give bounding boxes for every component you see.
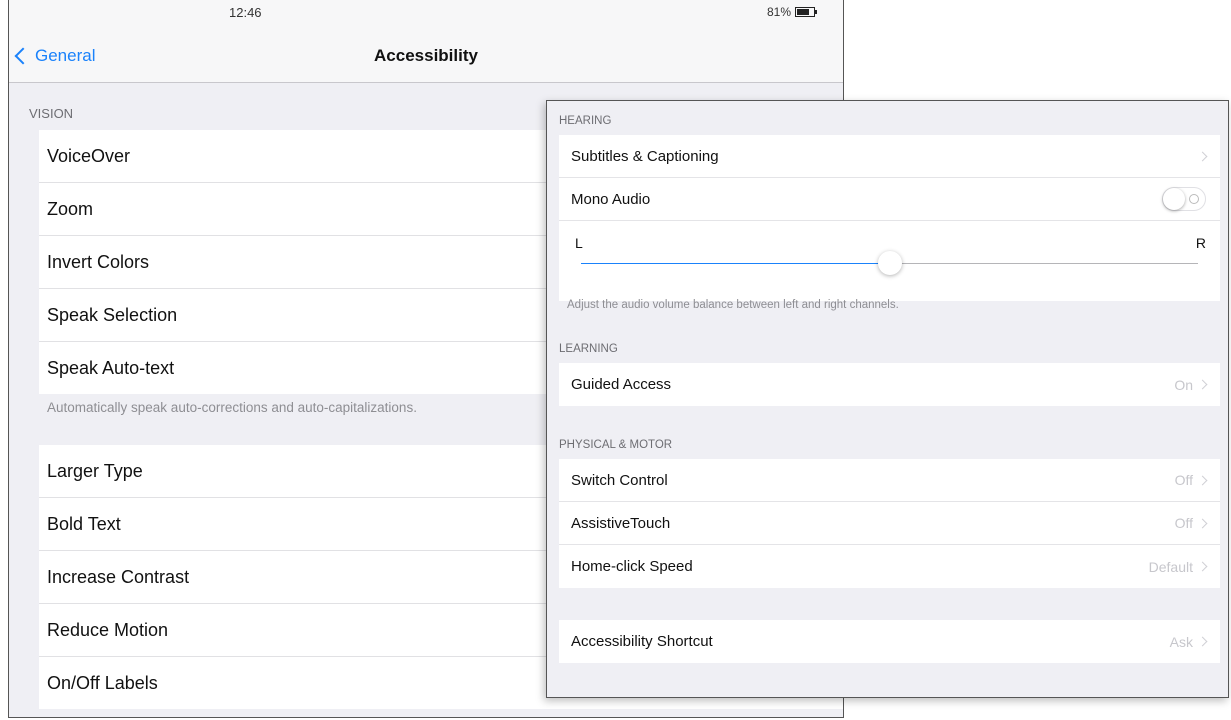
balance-slider-thumb[interactable] (877, 251, 902, 275)
battery-icon (795, 7, 817, 17)
vision-footer: Automatically speak auto-corrections and… (47, 400, 417, 415)
page-title: Accessibility (374, 46, 478, 65)
chevron-right-icon (1197, 379, 1208, 390)
chevron-right-icon (1197, 151, 1208, 161)
navigation-bar: General Accessibility (9, 28, 843, 83)
row-home-click-speed[interactable]: Home-click Speed Default (559, 545, 1220, 588)
hearing-group: Subtitles & Captioning Mono Audio L R (559, 135, 1220, 301)
row-label: On/Off Labels (47, 672, 158, 693)
row-guided-access[interactable]: Guided Access On (559, 363, 1220, 406)
battery-percent: 81% (766, 5, 791, 19)
row-label: Guided Access (571, 376, 672, 393)
status-time: 12:46 (229, 5, 262, 20)
battery-status: 81% (766, 5, 817, 19)
row-label: Increase Contrast (47, 566, 190, 587)
row-label: AssistiveTouch (571, 514, 671, 532)
chevron-right-icon (1197, 518, 1208, 528)
row-switch-control[interactable]: Switch Control Off (559, 459, 1220, 502)
audio-balance-row: L R (559, 221, 1220, 301)
section-header-vision: VISION (29, 106, 74, 121)
row-label: Accessibility Shortcut (571, 633, 713, 650)
row-accessibility-shortcut[interactable]: Accessibility Shortcut Ask (559, 620, 1220, 663)
row-mono-audio: Mono Audio (559, 178, 1220, 221)
row-label: Bold Text (47, 513, 121, 534)
chevron-right-icon (1197, 561, 1208, 572)
row-subtitles-captioning[interactable]: Subtitles & Captioning (559, 135, 1220, 178)
section-header-learning: LEARNING (559, 343, 618, 355)
accessibility-settings-lower-screen: HEARING Subtitles & Captioning Mono Audi… (546, 100, 1229, 698)
row-label: Zoom (47, 198, 94, 219)
chevron-right-icon (1197, 636, 1208, 647)
row-label: Invert Colors (47, 251, 150, 272)
shortcut-group: Accessibility Shortcut Ask (559, 620, 1220, 663)
row-value: Off (1174, 515, 1193, 531)
section-header-hearing: HEARING (559, 115, 612, 127)
row-label: Mono Audio (571, 190, 651, 208)
status-bar: 12:46 81% (9, 0, 843, 28)
row-label: Subtitles & Captioning (571, 147, 719, 165)
toggle-knob (1163, 188, 1185, 210)
balance-footer: Adjust the audio volume balance between … (567, 299, 899, 311)
row-value: Ask (1169, 633, 1193, 650)
balance-slider-fill (581, 263, 890, 264)
row-label: Speak Auto-text (47, 357, 175, 378)
row-label: Home-click Speed (571, 558, 693, 575)
chevron-right-icon (1197, 475, 1208, 485)
learning-group: Guided Access On (559, 363, 1220, 406)
row-value: Default (1148, 558, 1193, 575)
row-value: On (1174, 376, 1193, 393)
row-label: Larger Type (47, 460, 143, 481)
row-assistivetouch[interactable]: AssistiveTouch Off (559, 502, 1220, 545)
row-label: Switch Control (571, 471, 668, 489)
balance-right-label: R (1195, 235, 1206, 251)
balance-left-label: L (575, 235, 583, 251)
row-label: VoiceOver (47, 145, 131, 166)
mono-audio-toggle[interactable] (1162, 187, 1206, 211)
physical-motor-group: Switch Control Off AssistiveTouch Off Ho… (559, 459, 1220, 588)
section-header-physical-motor: PHYSICAL & MOTOR (559, 439, 673, 451)
row-value: Off (1174, 472, 1193, 488)
row-label: Speak Selection (47, 304, 178, 325)
row-label: Reduce Motion (47, 619, 169, 640)
off-indicator-icon (1189, 194, 1199, 204)
